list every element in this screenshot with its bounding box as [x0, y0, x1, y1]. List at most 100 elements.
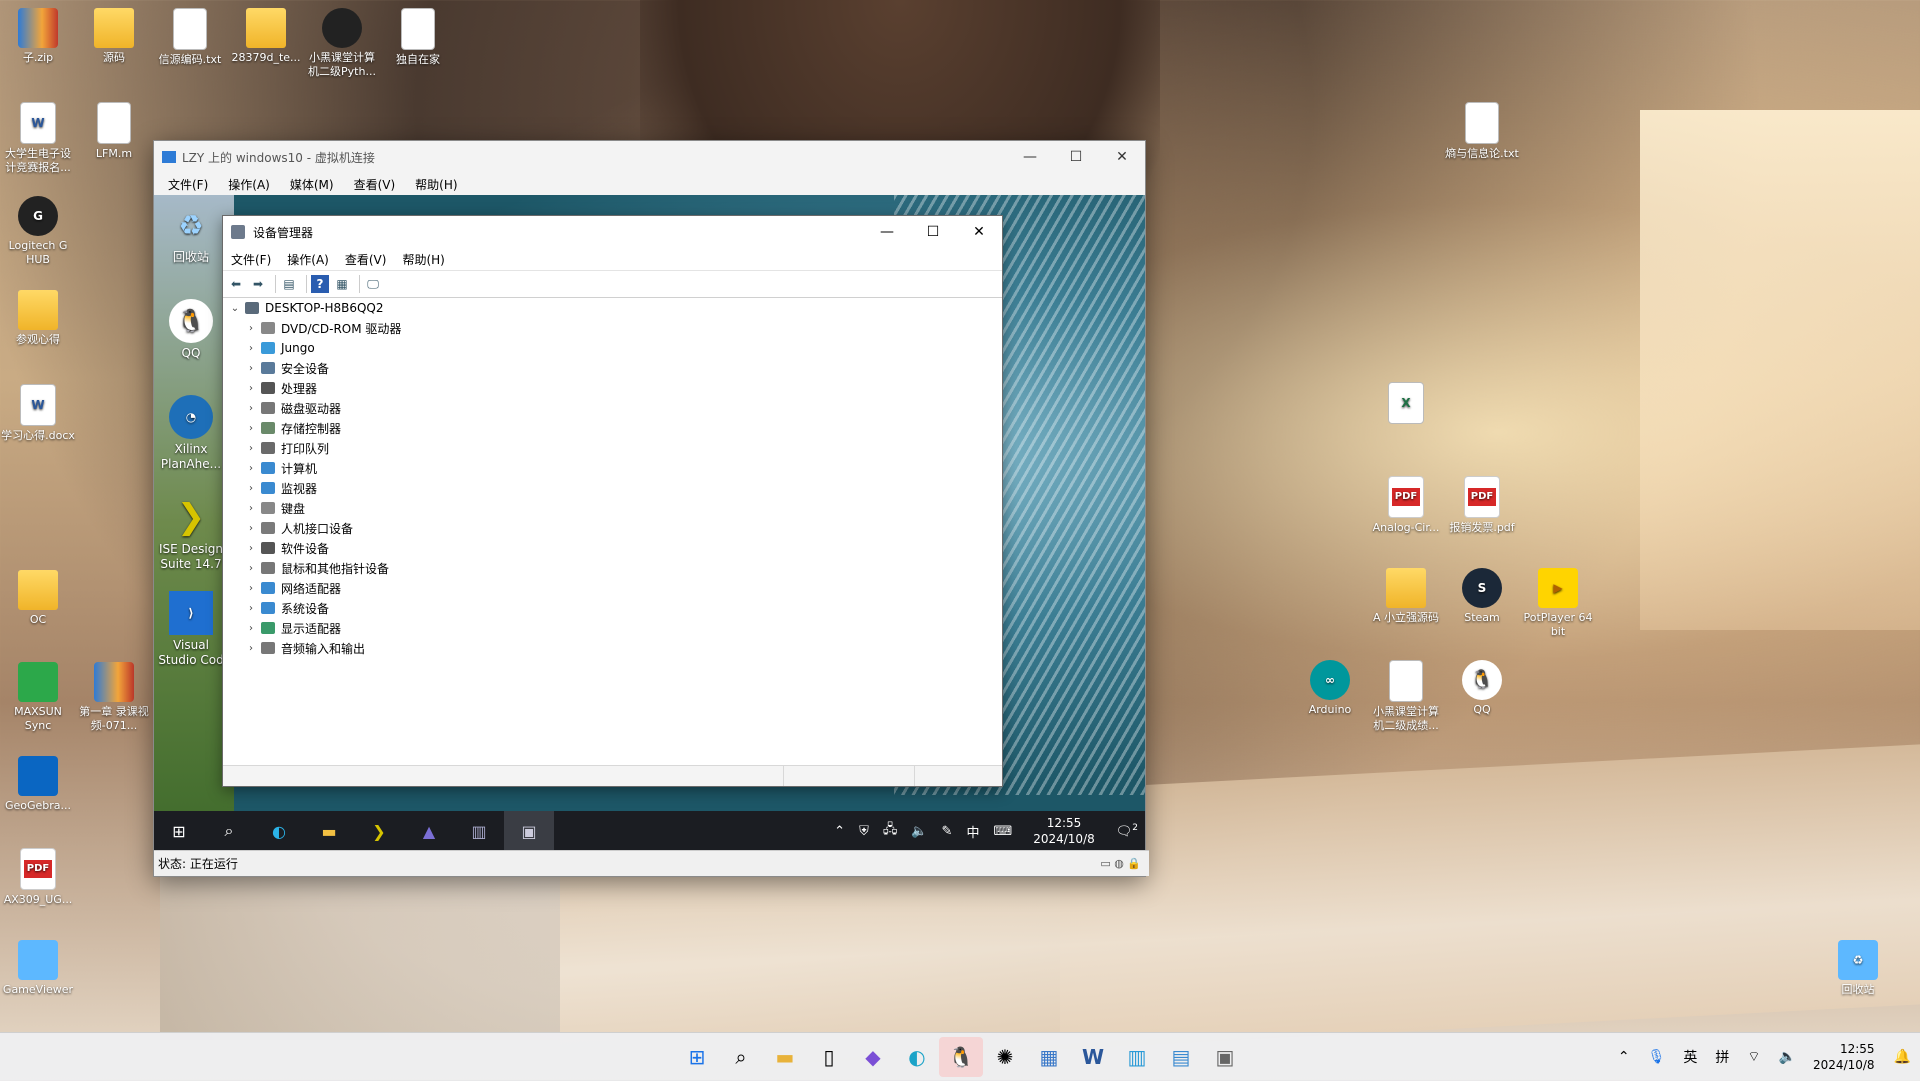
device-category[interactable]: › 键盘: [223, 498, 1002, 518]
network-icon[interactable]: 🖧: [883, 820, 898, 842]
menu-file[interactable]: 文件(F): [231, 251, 271, 268]
edge-icon[interactable]: ◐: [895, 1037, 939, 1077]
menu-view[interactable]: 查看(V): [345, 251, 387, 268]
app-taskbar-icon[interactable]: ▲: [404, 811, 454, 851]
tree-root[interactable]: ⌄ DESKTOP-H8B6QQ2: [223, 298, 1002, 318]
chevron-right-icon[interactable]: ›: [243, 563, 259, 574]
desktop-icon[interactable]: 信源编码.txt: [152, 8, 228, 67]
ime-mode[interactable]: 拼: [1715, 1047, 1729, 1067]
app-taskbar-icon[interactable]: ▦: [1027, 1037, 1071, 1077]
desktop-icon[interactable]: 源码: [76, 8, 152, 65]
wifi-icon[interactable]: ⌔: [1747, 1048, 1760, 1066]
device-category[interactable]: › 存储控制器: [223, 418, 1002, 438]
desktop-icon[interactable]: PDF AX309_UG...: [0, 848, 76, 907]
desktop-icon[interactable]: G Logitech G HUB: [0, 196, 76, 267]
chevron-right-icon[interactable]: ›: [243, 623, 259, 634]
device-category[interactable]: › 显示适配器: [223, 618, 1002, 638]
device-category[interactable]: › Jungo: [223, 338, 1002, 358]
chevron-right-icon[interactable]: ›: [243, 323, 259, 334]
guest-desktop-icon[interactable]: ◔ Xilinx PlanAhe...: [156, 395, 226, 472]
visual-studio-icon[interactable]: ◆: [851, 1037, 895, 1077]
desktop-icon[interactable]: W 大学生电子设计竞赛报名...: [0, 102, 76, 175]
app-taskbar-icon[interactable]: ▥: [454, 811, 504, 851]
desktop-icon[interactable]: ∞ Arduino: [1292, 660, 1368, 717]
guest-clock[interactable]: 12:55 2024/10/8: [1033, 815, 1095, 847]
taskbar-clock[interactable]: 12:55 2024/10/8: [1813, 1041, 1875, 1073]
ime-indicator[interactable]: 中: [966, 822, 979, 841]
device-category[interactable]: › 监视器: [223, 478, 1002, 498]
minimize-button[interactable]: —: [864, 216, 910, 248]
device-category[interactable]: › 鼠标和其他指针设备: [223, 558, 1002, 578]
desktop-icon[interactable]: X: [1368, 382, 1444, 427]
guest-desktop-icon[interactable]: ❯ ISE Design Suite 14.7: [156, 495, 226, 572]
file-explorer-icon[interactable]: ▬: [763, 1037, 807, 1077]
desktop-icon[interactable]: 28379d_te...: [228, 8, 304, 65]
back-arrow-icon[interactable]: ⬅: [227, 275, 245, 293]
notification-icon[interactable]: 🗨2: [1116, 823, 1138, 839]
device-category[interactable]: › 安全设备: [223, 358, 1002, 378]
chevron-right-icon[interactable]: ›: [243, 543, 259, 554]
chevron-right-icon[interactable]: ›: [243, 503, 259, 514]
scan-hardware-icon[interactable]: 🖵: [364, 275, 382, 293]
chevron-right-icon[interactable]: ›: [243, 483, 259, 494]
keyboard-icon[interactable]: ⌨: [993, 824, 1012, 839]
desktop-icon[interactable]: 小黑课堂计算机二级Pyth...: [304, 8, 380, 79]
device-category[interactable]: › 人机接口设备: [223, 518, 1002, 538]
desktop-icon[interactable]: MAXSUN Sync: [0, 662, 76, 733]
menu-view[interactable]: 查看(V): [354, 176, 396, 193]
desktop-icon[interactable]: 🐧 QQ: [1444, 660, 1520, 717]
device-category[interactable]: › 处理器: [223, 378, 1002, 398]
menu-media[interactable]: 媒体(M): [290, 176, 334, 193]
guest-desktop-icon[interactable]: ⟩ Visual Studio Cod: [156, 591, 226, 668]
guest-desktop-icon[interactable]: ♻ 回收站: [156, 203, 226, 265]
chevron-right-icon[interactable]: ›: [243, 583, 259, 594]
search-icon[interactable]: ⌕: [204, 811, 254, 851]
desktop-icon[interactable]: A 小立强源码: [1368, 568, 1444, 625]
desktop-icon[interactable]: LFM.m: [76, 102, 152, 161]
security-icon[interactable]: ⛨: [859, 824, 869, 839]
vm-titlebar[interactable]: LZY 上的 windows10 - 虚拟机连接 — ☐ ✕: [154, 141, 1145, 173]
desktop-icon[interactable]: GameViewer: [0, 940, 76, 997]
windows-start-icon[interactable]: ⊞: [154, 811, 204, 851]
device-category[interactable]: › 打印队列: [223, 438, 1002, 458]
device-category[interactable]: › 计算机: [223, 458, 1002, 478]
chevron-right-icon[interactable]: ›: [243, 603, 259, 614]
chevron-right-icon[interactable]: ›: [243, 383, 259, 394]
forward-arrow-icon[interactable]: ➡: [249, 275, 267, 293]
file-explorer-icon[interactable]: ▬: [304, 811, 354, 851]
menu-action[interactable]: 操作(A): [228, 176, 270, 193]
chatgpt-icon[interactable]: ✺: [983, 1037, 1027, 1077]
minimize-button[interactable]: —: [1007, 141, 1053, 173]
close-button[interactable]: ✕: [1099, 141, 1145, 173]
menu-file[interactable]: 文件(F): [168, 176, 208, 193]
desktop-icon[interactable]: 子.zip: [0, 8, 76, 65]
windows-start-icon[interactable]: ⊞: [675, 1037, 719, 1077]
chevron-right-icon[interactable]: ›: [243, 363, 259, 374]
desktop-icon[interactable]: 独自在家: [380, 8, 456, 67]
chevron-up-icon[interactable]: ⌃: [1618, 1049, 1630, 1065]
app-taskbar-icon[interactable]: ▤: [1159, 1037, 1203, 1077]
chevron-right-icon[interactable]: ›: [243, 423, 259, 434]
close-button[interactable]: ✕: [956, 216, 1002, 248]
device-category[interactable]: › 网络适配器: [223, 578, 1002, 598]
menu-help[interactable]: 帮助(H): [402, 251, 444, 268]
app-taskbar-icon[interactable]: ▥: [1115, 1037, 1159, 1077]
maximize-button[interactable]: ☐: [910, 216, 956, 248]
desktop-icon[interactable]: 熵与信息论.txt: [1444, 102, 1520, 161]
notepad-icon[interactable]: ▯: [807, 1037, 851, 1077]
desktop-icon[interactable]: W 学习心得.docx: [0, 384, 76, 443]
word-taskbar-icon[interactable]: W: [1071, 1037, 1115, 1077]
chevron-right-icon[interactable]: ›: [243, 443, 259, 454]
desktop-icon[interactable]: GeoGebra...: [0, 756, 76, 813]
chevron-right-icon[interactable]: ›: [243, 643, 259, 654]
volume-icon[interactable]: 🔈: [1779, 1049, 1796, 1065]
menu-help[interactable]: 帮助(H): [415, 176, 457, 193]
maximize-button[interactable]: ☐: [1053, 141, 1099, 173]
desktop-icon[interactable]: PDF 报销发票.pdf: [1444, 476, 1520, 535]
search-icon[interactable]: ⌕: [719, 1037, 763, 1077]
desktop-icon[interactable]: OC: [0, 570, 76, 627]
chevron-down-icon[interactable]: ⌄: [227, 303, 243, 314]
edge-icon[interactable]: ◐: [254, 811, 304, 851]
properties-icon[interactable]: ▤: [280, 275, 298, 293]
device-category[interactable]: › 软件设备: [223, 538, 1002, 558]
